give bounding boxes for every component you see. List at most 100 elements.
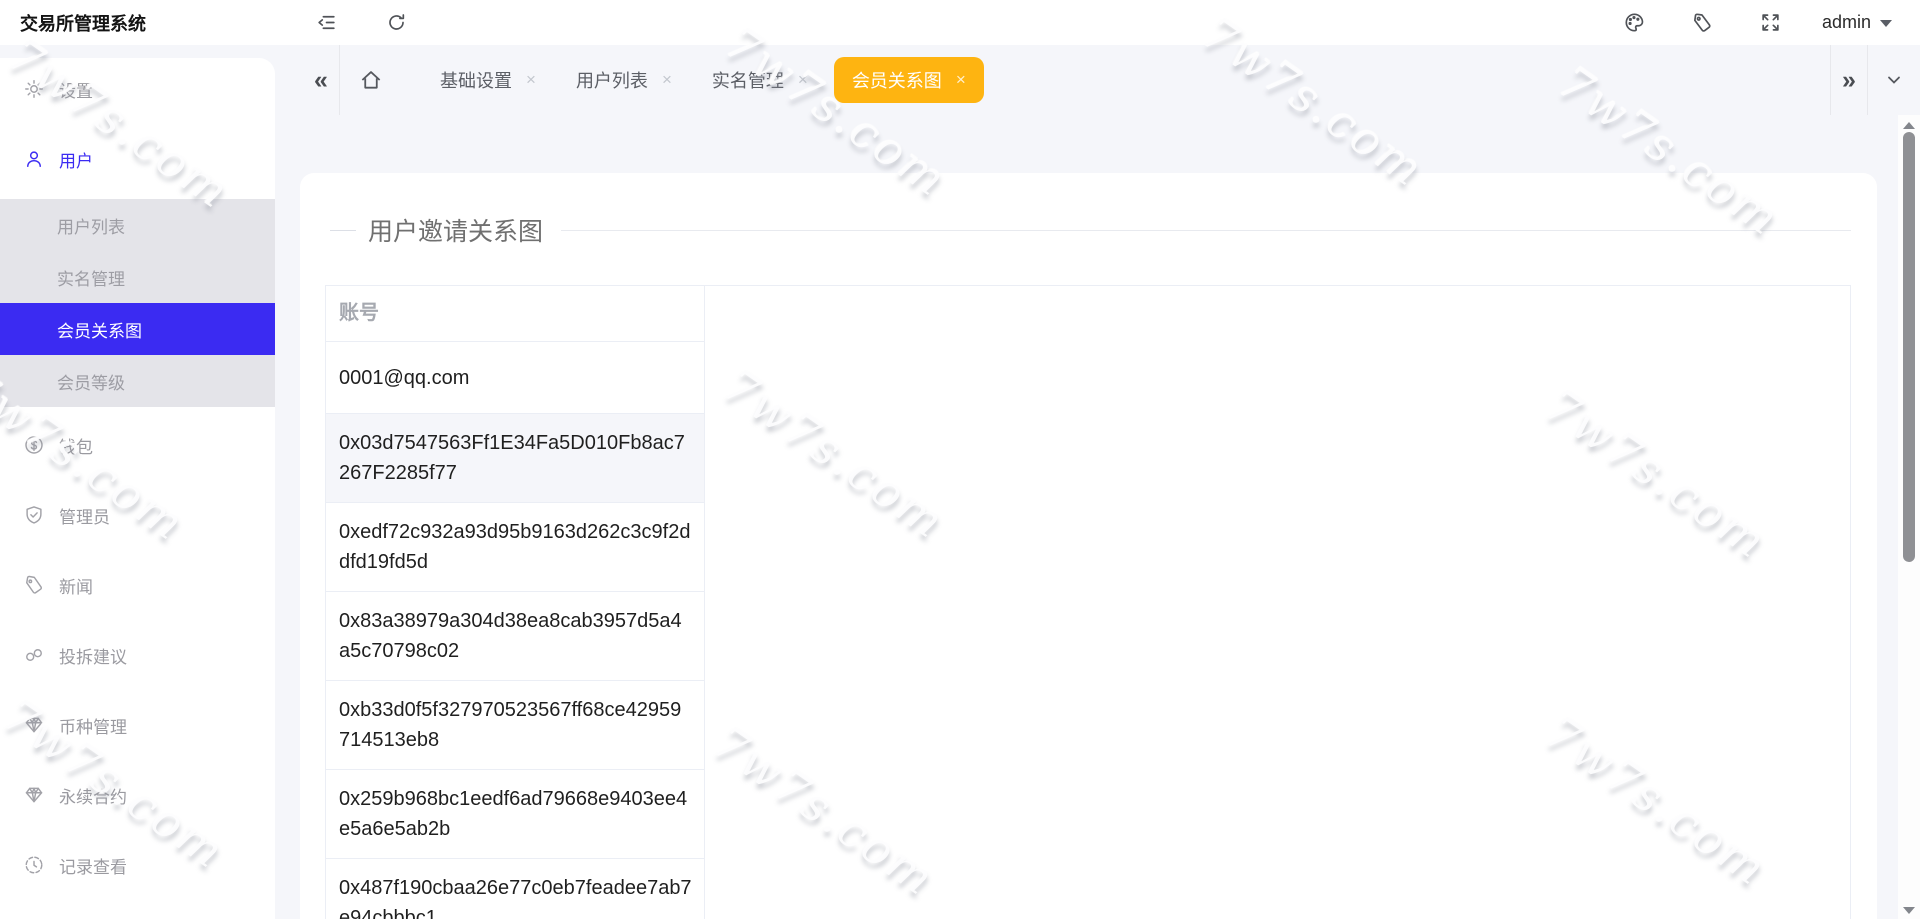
table-row[interactable]: 0xedf72c932a93d95b9163d262c3c9f2ddfd19fd…: [326, 503, 704, 592]
sidebar-item-label: 管理员: [59, 503, 110, 528]
sidebar-item-label: 用户: [59, 147, 93, 172]
sidebar-item-settings[interactable]: 设置: [0, 58, 275, 120]
sidebar-item-member-relation-graph[interactable]: 会员关系图: [0, 303, 275, 355]
gem-icon: [24, 715, 44, 735]
close-icon[interactable]: ×: [956, 70, 966, 90]
sidebar-item-records[interactable]: 记录查看: [0, 830, 275, 900]
sidebar-item-wallet[interactable]: 钱包: [0, 410, 275, 480]
table-row[interactable]: 0x259b968bc1eedf6ad79668e9403ee4e5a6e5ab…: [326, 770, 704, 859]
tabbar-right-controls: »: [1830, 45, 1920, 115]
page-title: 用户邀请关系图: [368, 212, 543, 248]
chevron-down-icon: [1885, 71, 1903, 89]
sidebar-item-label: 新闻: [59, 573, 93, 598]
sidebar-item-user-list[interactable]: 用户列表: [0, 199, 275, 251]
home-icon: [359, 68, 383, 92]
gem-icon: [24, 785, 44, 805]
sub-item-label: 会员关系图: [57, 317, 142, 342]
sidebar-item-perpetual-contracts[interactable]: 永续合约: [0, 760, 275, 830]
sidebar-item-label: 币种管理: [59, 713, 127, 738]
column-header-account: 账号: [326, 286, 704, 342]
close-icon[interactable]: ×: [526, 70, 536, 90]
section-head: 用户邀请关系图: [330, 212, 1851, 248]
user-name: admin: [1822, 12, 1871, 33]
relation-table: 账号 0001@qq.com 0x03d7547563Ff1E34Fa5D010…: [325, 285, 1851, 919]
sidebar-item-admins[interactable]: 管理员: [0, 480, 275, 550]
link-icon: [24, 645, 44, 665]
gear-icon: [24, 79, 44, 99]
divider: [330, 230, 356, 231]
tab-basic-settings[interactable]: 基础设置 ×: [426, 57, 550, 103]
sidebar-item-news[interactable]: 新闻: [0, 550, 275, 620]
tabbar: « 基础设置 × 用户列表 × 实名管理 × 会员关系图 × »: [275, 45, 1920, 115]
header-actions: admin: [1584, 6, 1920, 40]
tag-button[interactable]: [1686, 6, 1720, 40]
sidebar-item-users[interactable]: 用户: [0, 128, 275, 190]
tabs-scroll-right-button[interactable]: »: [1831, 45, 1867, 115]
close-icon[interactable]: ×: [798, 70, 808, 90]
tag-icon: [1692, 12, 1713, 33]
sub-item-label: 会员等级: [57, 369, 125, 394]
scroll-down-arrow-icon[interactable]: [1903, 907, 1915, 914]
tab-kyc-management[interactable]: 实名管理 ×: [698, 57, 822, 103]
table-row[interactable]: 0xb33d0f5f327970523567ff68ce42959714513e…: [326, 681, 704, 770]
divider: [561, 230, 1851, 231]
tab-label: 基础设置: [440, 67, 512, 93]
sidebar-item-kyc-management[interactable]: 实名管理: [0, 251, 275, 303]
app-header: 交易所管理系统 admin: [0, 0, 1920, 45]
sidebar: 设置 用户 用户列表 实名管理 会员关系图 会员等级 钱包: [0, 58, 275, 919]
refresh-icon: [386, 12, 407, 33]
account-value: 0x83a38979a304d38ea8cab3957d5a4a5c70798c…: [339, 606, 692, 666]
account-value: 0001@qq.com: [339, 363, 692, 393]
account-value: 0x03d7547563Ff1E34Fa5D010Fb8ac7267F2285f…: [339, 428, 692, 488]
sidebar-item-label: 钱包: [59, 433, 93, 458]
theme-button[interactable]: [1618, 6, 1652, 40]
account-value: 0xedf72c932a93d95b9163d262c3c9f2ddfd19fd…: [339, 517, 692, 577]
table-row[interactable]: 0x83a38979a304d38ea8cab3957d5a4a5c70798c…: [326, 592, 704, 681]
table-row[interactable]: 0001@qq.com: [326, 342, 704, 414]
fullscreen-button[interactable]: [1754, 6, 1788, 40]
account-value: 0xb33d0f5f327970523567ff68ce42959714513e…: [339, 695, 692, 755]
tab-member-relation-graph[interactable]: 会员关系图 ×: [834, 57, 984, 103]
account-value: 0x259b968bc1eedf6ad79668e9403ee4e5a6e5ab…: [339, 784, 692, 844]
shield-check-icon: [24, 505, 44, 525]
content-card: 用户邀请关系图 账号 0001@qq.com 0x03d7547563Ff1E3…: [300, 173, 1877, 919]
fullscreen-icon: [1760, 12, 1781, 33]
sidebar-collapse-button[interactable]: [309, 6, 343, 40]
sidebar-item-member-level[interactable]: 会员等级: [0, 355, 275, 407]
account-value: 0x487f190cbaa26e77c0eb7feadee7ab7e94cbbb…: [339, 873, 692, 919]
sidebar-item-label: 设置: [59, 77, 93, 102]
accounts-column: 账号 0001@qq.com 0x03d7547563Ff1E34Fa5D010…: [326, 286, 704, 919]
scrollbar-thumb[interactable]: [1903, 132, 1915, 562]
history-clock-icon: [24, 855, 44, 875]
table-row[interactable]: 0x487f190cbaa26e77c0eb7feadee7ab7e94cbbb…: [326, 859, 704, 919]
sidebar-item-feedback[interactable]: 投拆建议: [0, 620, 275, 690]
open-tabs: 基础设置 × 用户列表 × 实名管理 × 会员关系图 ×: [426, 57, 996, 103]
relation-graph-canvas: [704, 286, 1850, 919]
sidebar-item-label: 投拆建议: [59, 643, 127, 668]
tab-label: 实名管理: [712, 67, 784, 93]
app-title: 交易所管理系统: [0, 10, 275, 36]
table-row[interactable]: 0x03d7547563Ff1E34Fa5D010Fb8ac7267F2285f…: [326, 414, 704, 503]
user-menu[interactable]: admin: [1822, 12, 1892, 33]
sidebar-item-label: 记录查看: [59, 853, 127, 878]
sub-item-label: 用户列表: [57, 213, 125, 238]
refresh-button[interactable]: [379, 6, 413, 40]
tabs-scroll-left-button[interactable]: «: [303, 45, 339, 115]
sidebar-item-coin-management[interactable]: 币种管理: [0, 690, 275, 760]
scroll-up-arrow-icon[interactable]: [1903, 122, 1915, 129]
tabs-menu-button[interactable]: [1868, 45, 1920, 115]
close-icon[interactable]: ×: [662, 70, 672, 90]
tab-user-list[interactable]: 用户列表 ×: [562, 57, 686, 103]
home-tab-button[interactable]: [340, 45, 402, 115]
tab-label: 用户列表: [576, 67, 648, 93]
palette-icon: [1624, 12, 1645, 33]
user-icon: [24, 149, 44, 169]
vertical-scrollbar[interactable]: [1898, 115, 1920, 919]
users-submenu: 用户列表 实名管理 会员关系图 会员等级: [0, 199, 275, 407]
sub-item-label: 实名管理: [57, 265, 125, 290]
menu-fold-icon: [316, 12, 337, 33]
dollar-circle-icon: [24, 435, 44, 455]
tag-icon: [24, 575, 44, 595]
tab-label: 会员关系图: [852, 67, 942, 93]
sidebar-item-label: 永续合约: [59, 783, 127, 808]
